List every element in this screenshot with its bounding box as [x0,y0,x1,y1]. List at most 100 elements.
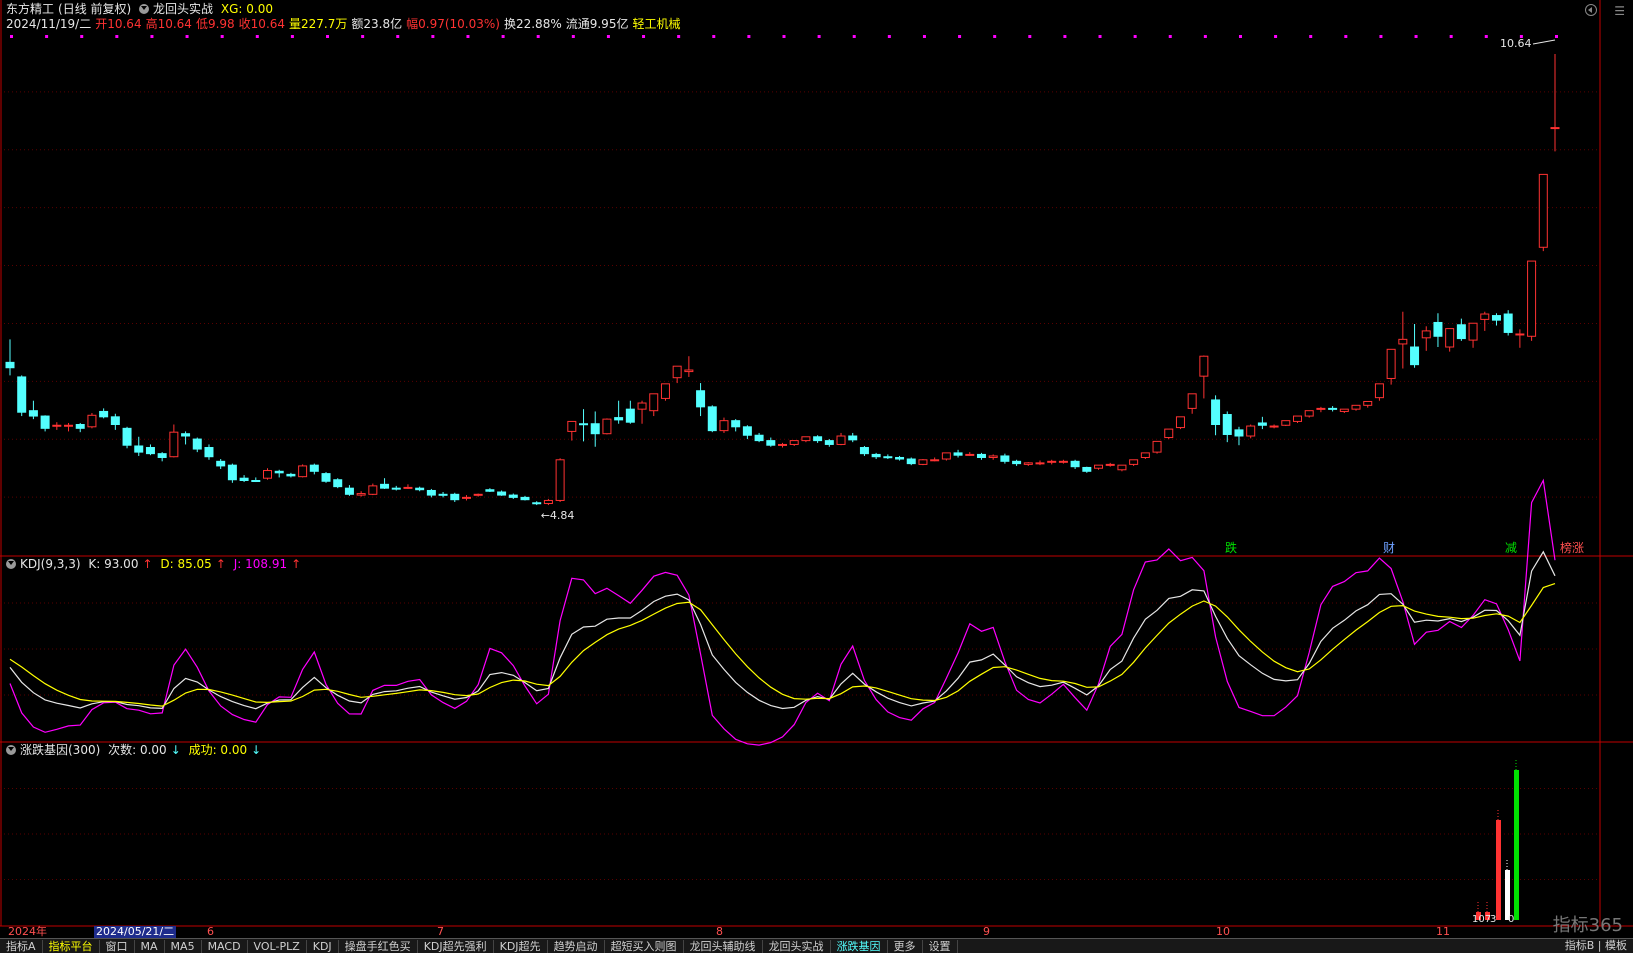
cursor-date: 2024/05/21/二 [94,925,177,938]
signal-dot [1344,35,1348,38]
signal-dot [466,35,470,38]
candle-down [40,415,50,429]
signal-label: 减 [1505,541,1517,555]
tab-item[interactable]: 趋势启动 [548,940,605,953]
quote-date: 2024/11/19/二 [6,17,92,31]
signal-dot [1168,35,1172,38]
kdj-title[interactable]: KDJ(9,3,3) [20,557,81,571]
candle-down [895,456,905,460]
tab-item[interactable]: VOL-PLZ [248,940,307,953]
candle-down [625,408,635,423]
candle-down [450,493,460,501]
candle-up [1281,420,1291,426]
candle-down [204,447,214,458]
candle-down [380,483,390,489]
candle-up [941,452,951,460]
tab-item[interactable]: MACD [202,940,248,953]
tab-item[interactable]: KDJ [307,940,339,953]
candle-down [251,480,261,483]
candle-up [64,424,74,427]
candle-down [1234,429,1244,437]
period-label[interactable]: (日线 前复权) [58,2,131,16]
candle-up [965,453,975,456]
candle-up [1129,459,1139,465]
candle-down [17,376,27,413]
candle-down [742,426,752,436]
candle-up [1527,260,1537,337]
quote-low: 低9.98 [195,17,235,31]
signal-dot [1555,35,1558,38]
kdj-dropdown-icon[interactable] [6,559,16,569]
signal-dot [290,35,294,38]
signal-dot [642,35,646,38]
gene-bar [1514,770,1519,920]
right-tab-group[interactable]: 指标B | 模板 [1559,939,1633,953]
kdj-j-arrow: ↑ [291,557,302,571]
tab-item[interactable]: 指标平台 [43,940,100,953]
candle-up [1316,407,1326,410]
candle-down [1491,315,1501,321]
tab-item[interactable]: 操盘手红色买 [339,940,418,953]
signal-dot [887,35,891,38]
candle-up [555,459,565,501]
quote-volume: 量227.7万 [289,17,348,31]
candle-down [1082,466,1092,472]
chart-header: 东方精工 (日线 前复权) 龙回头实战 XG: 0.00 [6,2,277,17]
kdj-j-value: J: 108.91 [233,557,288,571]
tab-item[interactable]: 指标A [0,940,43,953]
tab-item[interactable]: MA5 [165,940,202,953]
gene-dropdown-icon[interactable] [6,745,16,755]
dropdown-icon[interactable] [139,4,150,14]
candle-down [122,427,132,446]
tab-item[interactable]: KDJ超先 [494,940,548,953]
tab-item[interactable]: MA [135,940,165,953]
signal-dot [396,35,400,38]
gene-title[interactable]: 涨跌基因(300) [20,743,100,757]
menu-icon[interactable]: ☰ [1614,4,1625,18]
kdj-series [9,478,1556,746]
candle-up [836,435,846,445]
candle-up [602,418,612,435]
candle-up [1047,460,1057,463]
candle-up [1140,452,1150,458]
candle-up [1293,415,1302,422]
tab-item[interactable]: 涨跌基因 [831,940,888,953]
signal-dot [1238,35,1242,38]
candle-up [1421,330,1431,339]
stock-name[interactable]: 东方精工 [6,2,54,16]
tab-item[interactable]: 龙回头辅助线 [684,940,763,953]
signal-dot [1028,35,1032,38]
month-label: 11 [1436,925,1450,938]
signal-dot [361,35,365,38]
tab-item[interactable]: 设置 [923,940,958,953]
candle-down [520,496,530,501]
quote-amount: 额23.8亿 [351,17,403,31]
quote-float: 流通9.95亿 [565,17,629,31]
tab-item[interactable]: KDJ超先强利 [418,940,494,953]
candle-down [883,456,893,459]
candle-up [684,369,694,373]
tab-item[interactable]: 更多 [888,940,923,953]
kdj-k-value: K: 93.00 [88,557,139,571]
year-label: 2024年 [8,925,47,938]
tab-item[interactable]: 窗口 [100,940,135,953]
signal-dot [1379,35,1383,38]
quote-sector[interactable]: 轻工机械 [632,17,680,31]
indicator-name[interactable]: 龙回头实战 [153,2,213,16]
gene-bar [1505,870,1510,920]
signal-dot [922,35,926,38]
candle-up [87,414,97,428]
candle-up [1105,463,1115,466]
candle-down [28,410,38,417]
candle-up [918,459,928,465]
candle-up [1363,400,1373,406]
quote-change: 幅0.97(10.03%) [406,17,500,31]
candle-up [356,493,366,496]
tab-item[interactable]: 超短买入则图 [605,940,684,953]
collapse-icon[interactable] [1585,4,1597,16]
signal-dot [993,35,997,38]
quote-high: 高10.64 [145,17,192,31]
tab-item[interactable]: 龙回头实战 [763,940,831,953]
candle-up [719,420,729,432]
candle-up [567,420,577,432]
